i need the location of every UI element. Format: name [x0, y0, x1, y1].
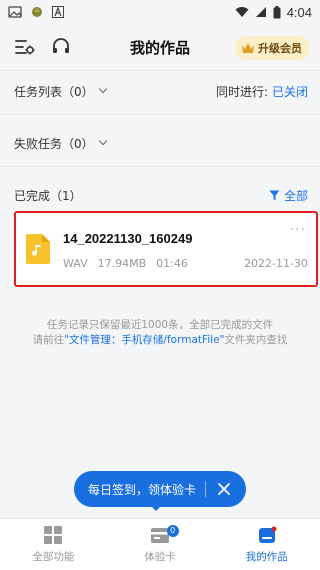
gallery-icon — [8, 6, 22, 18]
nav-all-features-label: 全部功能 — [32, 551, 75, 563]
app-header: 我的作品 升级会员 — [0, 24, 320, 70]
battery-icon — [273, 5, 281, 18]
trial-card-badge: 0 — [166, 525, 179, 537]
settings-menu-icon[interactable] — [14, 36, 36, 58]
section-divider — [0, 166, 320, 167]
file-date: 2022-11-30 — [244, 257, 308, 270]
wifi-icon — [235, 7, 249, 17]
grid-icon — [44, 526, 63, 544]
toast-divider — [205, 481, 206, 497]
file-manager-link[interactable]: "文件管理：手机存储/formatFile" — [64, 334, 224, 346]
upgrade-vip-button[interactable]: 升级会员 — [235, 36, 310, 60]
status-bar: 4:04 — [0, 0, 320, 24]
failed-task-label: 失败任务（0） — [14, 136, 94, 151]
nav-trial-card-label: 体验卡 — [144, 551, 176, 563]
my-works-icon — [258, 526, 277, 543]
nav-trial-card[interactable]: 0 体验卡 — [107, 519, 214, 570]
more-options-icon[interactable]: ··· — [290, 223, 306, 237]
upgrade-vip-label: 升级会员 — [258, 42, 302, 55]
filter-label: 全部 — [283, 188, 308, 203]
completed-label: 已完成（1） — [14, 188, 82, 203]
notice-line2: 请前往"文件管理：手机存储/formatFile"文件夹内查找 — [20, 333, 300, 348]
file-size: 17.94MB — [97, 257, 147, 270]
notice-line1: 任务记录只保留最近1000条，全部已完成的文件 — [46, 319, 274, 331]
chevron-down-icon — [98, 84, 107, 94]
storage-notice: 任务记录只保留最近1000条，全部已完成的文件 请前往"文件管理：手机存储/fo… — [20, 318, 300, 348]
close-icon[interactable] — [216, 481, 232, 497]
filter-icon — [269, 190, 280, 200]
notice-suffix: 文件夹内查找 — [224, 334, 288, 346]
completed-row: 已完成（1） 全部 — [14, 186, 308, 204]
task-list-toggle[interactable]: 任务列表（0） — [14, 83, 107, 100]
crown-icon — [242, 43, 254, 53]
font-a-icon — [52, 6, 64, 18]
status-time: 4:04 — [286, 4, 312, 20]
notice-prefix: 请前往 — [32, 334, 65, 346]
file-list-item[interactable]: 14_20221130_160249 ··· WAV 17.94MB 01:46… — [14, 211, 318, 287]
nav-my-works[interactable]: 我的作品 — [213, 519, 320, 570]
concurrent-label: 同时进行: — [215, 84, 268, 99]
filter-button[interactable]: 全部 — [269, 187, 308, 204]
toast-pointer — [150, 505, 162, 511]
app-notification-icon — [32, 7, 42, 17]
signal-icon — [255, 7, 266, 17]
concurrent-value: 已关闭 — [271, 84, 308, 99]
headset-support-icon[interactable] — [50, 36, 72, 58]
file-format: WAV — [63, 257, 88, 270]
task-list-row: 任务列表（0） 同时进行: 已关闭 — [14, 82, 308, 100]
task-list-label: 任务列表（0） — [14, 84, 94, 99]
checkin-toast-text: 每日签到，领体验卡 — [88, 482, 197, 497]
section-divider — [0, 114, 320, 115]
concurrent-setting[interactable]: 同时进行: 已关闭 — [216, 83, 308, 100]
failed-task-row[interactable]: 失败任务（0） — [14, 134, 308, 152]
audio-file-icon — [26, 234, 50, 264]
file-name: 14_20221130_160249 — [63, 231, 193, 246]
chevron-down-icon — [98, 136, 107, 146]
nav-my-works-label: 我的作品 — [245, 551, 288, 563]
file-meta: WAV 17.94MB 01:46 — [63, 257, 188, 270]
header-divider — [0, 70, 320, 71]
nav-all-features[interactable]: 全部功能 — [0, 519, 107, 570]
bottom-nav: 全部功能 0 体验卡 我的作品 — [0, 518, 320, 570]
checkin-toast[interactable]: 每日签到，领体验卡 — [74, 471, 246, 507]
file-duration: 01:46 — [156, 257, 188, 270]
